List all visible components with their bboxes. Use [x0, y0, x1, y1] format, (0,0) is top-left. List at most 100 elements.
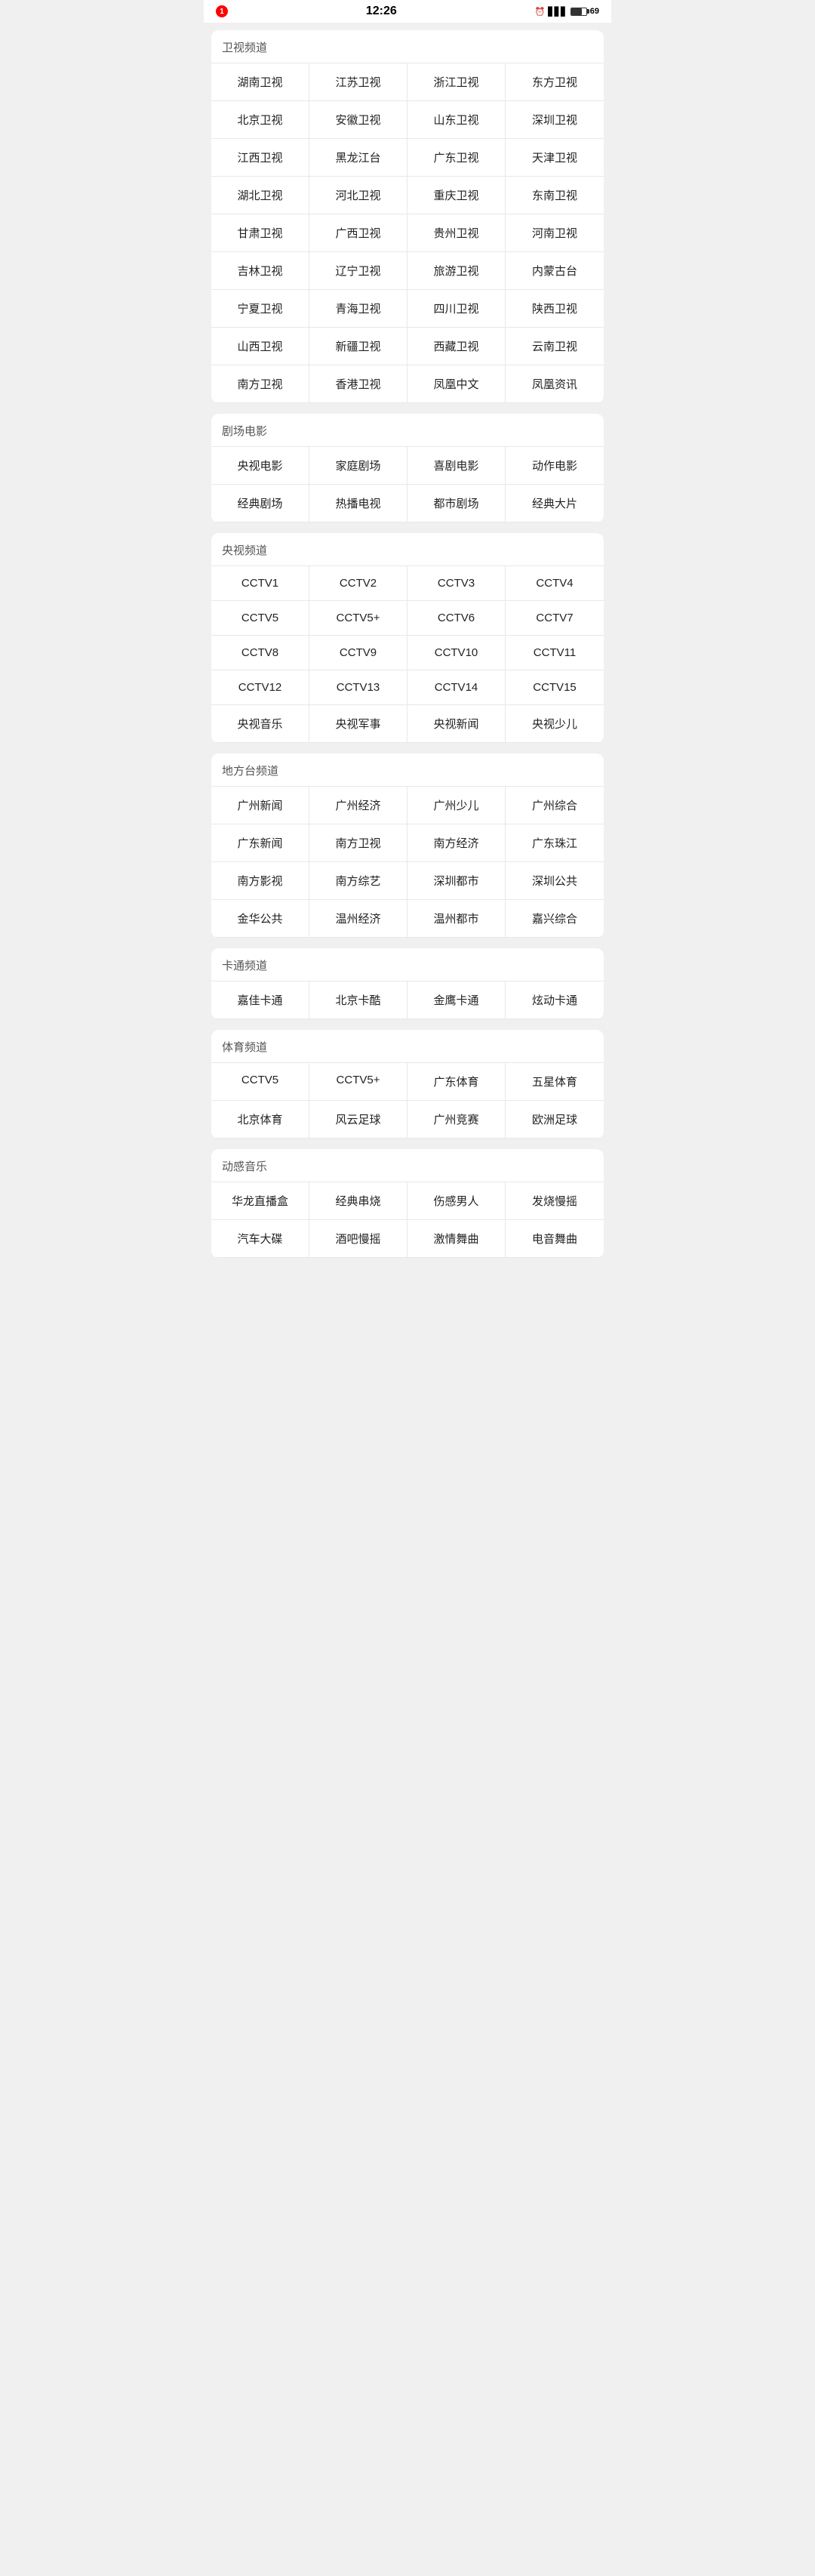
channel-cell[interactable]: 新疆卫视 [309, 328, 408, 365]
channel-cell[interactable]: 深圳公共 [506, 862, 604, 900]
channel-cell[interactable]: 北京卫视 [211, 101, 309, 139]
channel-cell[interactable]: 南方影视 [211, 862, 309, 900]
channel-cell[interactable]: CCTV7 [506, 601, 604, 636]
channel-cell[interactable]: 南方卫视 [309, 824, 408, 862]
channel-cell[interactable]: CCTV15 [506, 670, 604, 705]
channel-cell[interactable]: CCTV11 [506, 636, 604, 670]
channel-cell[interactable]: CCTV5 [211, 601, 309, 636]
channel-cell[interactable]: 河南卫视 [506, 214, 604, 252]
channel-cell[interactable]: 香港卫视 [309, 365, 408, 403]
channel-cell[interactable]: 四川卫视 [408, 290, 506, 328]
channel-cell[interactable]: CCTV14 [408, 670, 506, 705]
channel-cell[interactable]: 金鹰卡通 [408, 981, 506, 1019]
channel-cell[interactable]: 安徽卫视 [309, 101, 408, 139]
channel-cell[interactable]: 央视军事 [309, 705, 408, 743]
channel-cell[interactable]: 温州都市 [408, 900, 506, 938]
channel-cell[interactable]: 广西卫视 [309, 214, 408, 252]
channel-cell[interactable]: 江苏卫视 [309, 63, 408, 101]
channel-cell[interactable]: 浙江卫视 [408, 63, 506, 101]
channel-cell[interactable]: 河北卫视 [309, 177, 408, 214]
channel-cell[interactable]: 央视电影 [211, 447, 309, 485]
channel-cell[interactable]: 深圳卫视 [506, 101, 604, 139]
channel-cell[interactable]: 央视新闻 [408, 705, 506, 743]
channel-cell[interactable]: 山西卫视 [211, 328, 309, 365]
channel-cell[interactable]: 广东体育 [408, 1063, 506, 1101]
channel-cell[interactable]: CCTV10 [408, 636, 506, 670]
channel-cell[interactable]: 动作电影 [506, 447, 604, 485]
channel-cell[interactable]: 激情舞曲 [408, 1220, 506, 1258]
channel-cell[interactable]: 嘉佳卡通 [211, 981, 309, 1019]
channel-cell[interactable]: CCTV8 [211, 636, 309, 670]
channel-cell[interactable]: 山东卫视 [408, 101, 506, 139]
channel-cell[interactable]: 汽车大碟 [211, 1220, 309, 1258]
channel-cell[interactable]: 湖南卫视 [211, 63, 309, 101]
channel-cell[interactable]: 凤凰资讯 [506, 365, 604, 403]
channel-cell[interactable]: CCTV9 [309, 636, 408, 670]
channel-cell[interactable]: 宁夏卫视 [211, 290, 309, 328]
channel-cell[interactable]: 重庆卫视 [408, 177, 506, 214]
channel-cell[interactable]: 旅游卫视 [408, 252, 506, 290]
channel-cell[interactable]: 西藏卫视 [408, 328, 506, 365]
channel-cell[interactable]: 发烧慢摇 [506, 1182, 604, 1220]
channel-cell[interactable]: CCTV2 [309, 566, 408, 601]
channel-cell[interactable]: 经典剧场 [211, 485, 309, 522]
channel-cell[interactable]: 伤感男人 [408, 1182, 506, 1220]
channel-cell[interactable]: 酒吧慢摇 [309, 1220, 408, 1258]
channel-cell[interactable]: 热播电视 [309, 485, 408, 522]
channel-cell[interactable]: 东南卫视 [506, 177, 604, 214]
channel-cell[interactable]: 湖北卫视 [211, 177, 309, 214]
channel-cell[interactable]: 东方卫视 [506, 63, 604, 101]
channel-cell[interactable]: 炫动卡通 [506, 981, 604, 1019]
channel-cell[interactable]: CCTV5 [211, 1063, 309, 1101]
channel-cell[interactable]: 都市剧场 [408, 485, 506, 522]
channel-cell[interactable]: 广州综合 [506, 787, 604, 824]
channel-cell[interactable]: CCTV12 [211, 670, 309, 705]
channel-cell[interactable]: 黑龙江台 [309, 139, 408, 177]
channel-cell[interactable]: 广州新闻 [211, 787, 309, 824]
channel-cell[interactable]: 家庭剧场 [309, 447, 408, 485]
channel-cell[interactable]: 南方综艺 [309, 862, 408, 900]
channel-cell[interactable]: 南方经济 [408, 824, 506, 862]
channel-cell[interactable]: 辽宁卫视 [309, 252, 408, 290]
channel-cell[interactable]: 金华公共 [211, 900, 309, 938]
channel-cell[interactable]: CCTV4 [506, 566, 604, 601]
channel-cell[interactable]: 天津卫视 [506, 139, 604, 177]
channel-cell[interactable]: 广州少儿 [408, 787, 506, 824]
channel-cell[interactable]: 青海卫视 [309, 290, 408, 328]
channel-cell[interactable]: 广州竞赛 [408, 1101, 506, 1139]
channel-cell[interactable]: 北京卡酷 [309, 981, 408, 1019]
channel-cell[interactable]: 嘉兴综合 [506, 900, 604, 938]
channel-cell[interactable]: 陕西卫视 [506, 290, 604, 328]
channel-cell[interactable]: 经典大片 [506, 485, 604, 522]
channel-cell[interactable]: 甘肃卫视 [211, 214, 309, 252]
channel-cell[interactable]: 贵州卫视 [408, 214, 506, 252]
channel-cell[interactable]: 广东卫视 [408, 139, 506, 177]
channel-cell[interactable]: 内蒙古台 [506, 252, 604, 290]
channel-cell[interactable]: 央视音乐 [211, 705, 309, 743]
channel-cell[interactable]: CCTV13 [309, 670, 408, 705]
channel-cell[interactable]: 电音舞曲 [506, 1220, 604, 1258]
channel-cell[interactable]: 央视少儿 [506, 705, 604, 743]
channel-cell[interactable]: 喜剧电影 [408, 447, 506, 485]
channel-cell[interactable]: 华龙直播盒 [211, 1182, 309, 1220]
channel-cell[interactable]: CCTV1 [211, 566, 309, 601]
channel-cell[interactable]: CCTV6 [408, 601, 506, 636]
channel-cell[interactable]: 经典串烧 [309, 1182, 408, 1220]
channel-cell[interactable]: 云南卫视 [506, 328, 604, 365]
channel-cell[interactable]: 风云足球 [309, 1101, 408, 1139]
channel-cell[interactable]: 南方卫视 [211, 365, 309, 403]
channel-cell[interactable]: 广州经济 [309, 787, 408, 824]
channel-cell[interactable]: 欧洲足球 [506, 1101, 604, 1139]
channel-cell[interactable]: CCTV3 [408, 566, 506, 601]
channel-cell[interactable]: 吉林卫视 [211, 252, 309, 290]
channel-cell[interactable]: CCTV5+ [309, 1063, 408, 1101]
channel-cell[interactable]: 广东珠江 [506, 824, 604, 862]
channel-cell[interactable]: 北京体育 [211, 1101, 309, 1139]
channel-cell[interactable]: 五星体育 [506, 1063, 604, 1101]
channel-cell[interactable]: 江西卫视 [211, 139, 309, 177]
channel-cell[interactable]: 凤凰中文 [408, 365, 506, 403]
channel-cell[interactable]: 广东新闻 [211, 824, 309, 862]
channel-cell[interactable]: CCTV5+ [309, 601, 408, 636]
channel-cell[interactable]: 深圳都市 [408, 862, 506, 900]
channel-cell[interactable]: 温州经济 [309, 900, 408, 938]
